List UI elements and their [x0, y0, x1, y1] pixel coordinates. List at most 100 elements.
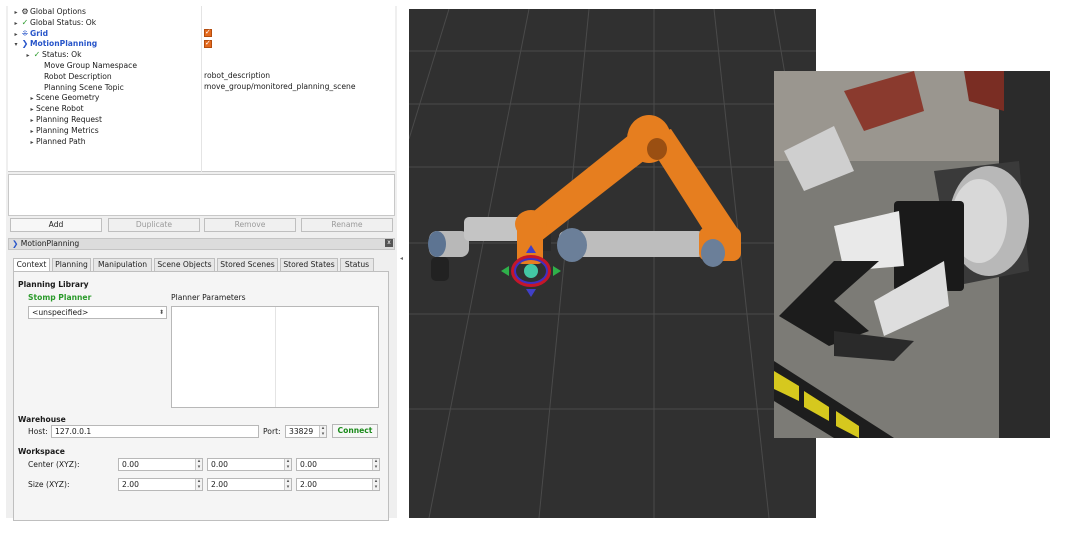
motionplanning-enabled-checkbox[interactable]: [204, 38, 212, 50]
tree-item-planning-request[interactable]: ▸ Planning Request: [28, 115, 102, 126]
spinner-icon[interactable]: ▴ ▾: [195, 478, 202, 490]
robot-scene: [409, 9, 816, 518]
grid-icon: ⁜: [21, 28, 29, 38]
interactive-marker[interactable]: [501, 245, 561, 297]
port-input[interactable]: 33829 ▴ ▾: [285, 425, 327, 438]
planner-parameters-label: Planner Parameters: [171, 293, 246, 302]
tree-column-divider: [201, 6, 202, 172]
size-y-value: 2.00: [211, 480, 228, 489]
check-icon: ✓: [33, 50, 41, 60]
tab-manipulation[interactable]: Manipulation: [93, 258, 152, 272]
planner-select[interactable]: <unspecified> ⬍: [28, 306, 167, 319]
tab-scene-objects[interactable]: Scene Objects: [154, 258, 215, 272]
robot-description-value[interactable]: robot_description: [204, 71, 270, 82]
host-input-value: 127.0.0.1: [55, 427, 92, 436]
table-column-divider: [275, 307, 276, 407]
expand-down-icon[interactable]: ▾: [12, 40, 20, 51]
tree-item-planned-path[interactable]: ▸ Planned Path: [28, 136, 86, 149]
spinner-icon[interactable]: ▴ ▾: [372, 478, 379, 490]
splitter-arrow-icon[interactable]: ◂: [400, 255, 403, 262]
tree-item-motionplanning[interactable]: ▾ ❯ MotionPlanning: [12, 39, 97, 50]
spinner-icon[interactable]: ▴ ▾: [284, 478, 291, 490]
remove-button[interactable]: Remove: [204, 218, 296, 232]
center-y-value: 0.00: [211, 460, 228, 469]
tab-context[interactable]: Context: [13, 258, 50, 272]
planner-parameters-table[interactable]: [171, 306, 379, 408]
tree-item-grid[interactable]: ▸ ⁜ Grid: [12, 29, 48, 40]
tab-planning[interactable]: Planning: [52, 258, 91, 272]
spinner-icon[interactable]: ▴ ▾: [195, 458, 202, 470]
center-z-input[interactable]: 0.00 ▴ ▾: [296, 458, 380, 471]
tree-item-label: Move Group Namespace: [44, 61, 137, 70]
tree-item-label: Global Options: [30, 7, 86, 16]
port-input-value: 33829: [289, 427, 314, 436]
tree-item-label: Status: Ok: [42, 50, 82, 60]
center-z-value: 0.00: [300, 460, 317, 469]
tree-item-label: Scene Geometry: [36, 93, 100, 103]
rviz-side-panel: ▸ ⚙Global Options ▸ ✓ Global Status: Ok ▸ ⁜ Gri…: [6, 6, 397, 521]
size-x-input[interactable]: 2.00 ▴ ▾: [118, 478, 203, 491]
tree-item-label: Planning Request: [36, 115, 102, 124]
duplicate-button[interactable]: Duplicate: [108, 218, 200, 232]
center-y-input[interactable]: 0.00 ▴ ▾: [207, 458, 292, 471]
grid: [409, 9, 816, 518]
connect-button[interactable]: Connect: [332, 424, 378, 438]
motionplanning-icon: ❯: [21, 39, 29, 49]
tree-item-label: Global Status: Ok: [30, 17, 97, 27]
port-label: Port:: [263, 427, 281, 436]
tree-item-planning-scene-topic[interactable]: Planning Scene Topic: [36, 83, 124, 94]
motionplanning-panel-header: ❯ MotionPlanning x: [8, 238, 395, 250]
tab-stored-states[interactable]: Stored States: [280, 258, 338, 272]
gripper-photo-image: [774, 71, 1050, 438]
expand-right-icon[interactable]: ▸: [24, 51, 32, 62]
tree-item-label: Scene Robot: [36, 104, 84, 114]
center-x-input[interactable]: 0.00 ▴ ▾: [118, 458, 203, 471]
planning-library-heading: Planning Library: [18, 280, 89, 289]
tree-item-global-status[interactable]: ▸ ✓ Global Status: Ok: [12, 18, 96, 29]
display-buttons-bar: Add Duplicate Remove Rename: [8, 218, 395, 232]
tree-item-scene-robot[interactable]: ▸ Scene Robot: [28, 104, 84, 115]
port-spinner-icon[interactable]: ▴ ▾: [319, 425, 326, 437]
size-z-input[interactable]: 2.00 ▴ ▾: [296, 478, 380, 491]
tree-item-scene-geometry[interactable]: ▸ Scene Geometry: [28, 93, 99, 104]
check-icon: ✓: [21, 17, 29, 27]
grey-robot-model: [428, 217, 704, 281]
tree-item-label: Planned Path: [36, 136, 86, 146]
host-input[interactable]: 127.0.0.1: [51, 425, 259, 438]
tree-item-planning-metrics[interactable]: ▸ Planning Metrics: [28, 126, 98, 137]
rename-button[interactable]: Rename: [301, 218, 393, 232]
tree-item-label: MotionPlanning: [30, 39, 98, 49]
tree-item-global-options[interactable]: ▸ ⚙Global Options: [12, 7, 86, 18]
spinner-icon[interactable]: ▴ ▾: [372, 458, 379, 470]
displays-tree: ▸ ⚙Global Options ▸ ✓ Global Status: Ok ▸ ⁜ Gri…: [8, 6, 395, 172]
size-x-value: 2.00: [122, 480, 139, 489]
tab-stored-scenes[interactable]: Stored Scenes: [217, 258, 278, 272]
planner-name: Stomp Planner: [28, 293, 92, 302]
center-x-value: 0.00: [122, 460, 139, 469]
tree-item-label: Planning Scene Topic: [44, 82, 124, 92]
planner-select-value: <unspecified>: [32, 308, 89, 317]
tree-item-robot-description[interactable]: Robot Description: [36, 72, 112, 83]
warehouse-heading: Warehouse: [18, 415, 66, 424]
planning-scene-topic-value[interactable]: move_group/monitored_planning_scene: [204, 82, 356, 93]
workspace-heading: Workspace: [18, 447, 65, 456]
context-tab-pane: Planning Library Stomp Planner <unspecif…: [13, 271, 389, 521]
close-icon[interactable]: x: [385, 239, 393, 247]
tree-item-status-ok[interactable]: ▸ ✓ Status: Ok: [24, 50, 82, 62]
description-area: [8, 174, 395, 216]
size-y-input[interactable]: 2.00 ▴ ▾: [207, 478, 292, 491]
motionplanning-icon: ❯: [12, 239, 19, 248]
tree-item-label: Grid: [30, 28, 49, 38]
panel-title: MotionPlanning: [20, 239, 80, 248]
center-label: Center (XYZ):: [28, 460, 80, 469]
add-button[interactable]: Add: [10, 218, 102, 232]
size-z-value: 2.00: [300, 480, 317, 489]
tree-item-move-group-namespace[interactable]: Move Group Namespace: [36, 61, 137, 72]
rviz-3d-viewport[interactable]: [409, 9, 816, 518]
tab-status[interactable]: Status: [340, 258, 374, 272]
robot-gripper-photo: [774, 71, 1050, 438]
expand-right-icon[interactable]: ▸: [28, 138, 36, 149]
size-label: Size (XYZ):: [28, 480, 70, 489]
spinner-icon[interactable]: ▴ ▾: [284, 458, 291, 470]
gear-icon: ⚙: [21, 7, 29, 16]
